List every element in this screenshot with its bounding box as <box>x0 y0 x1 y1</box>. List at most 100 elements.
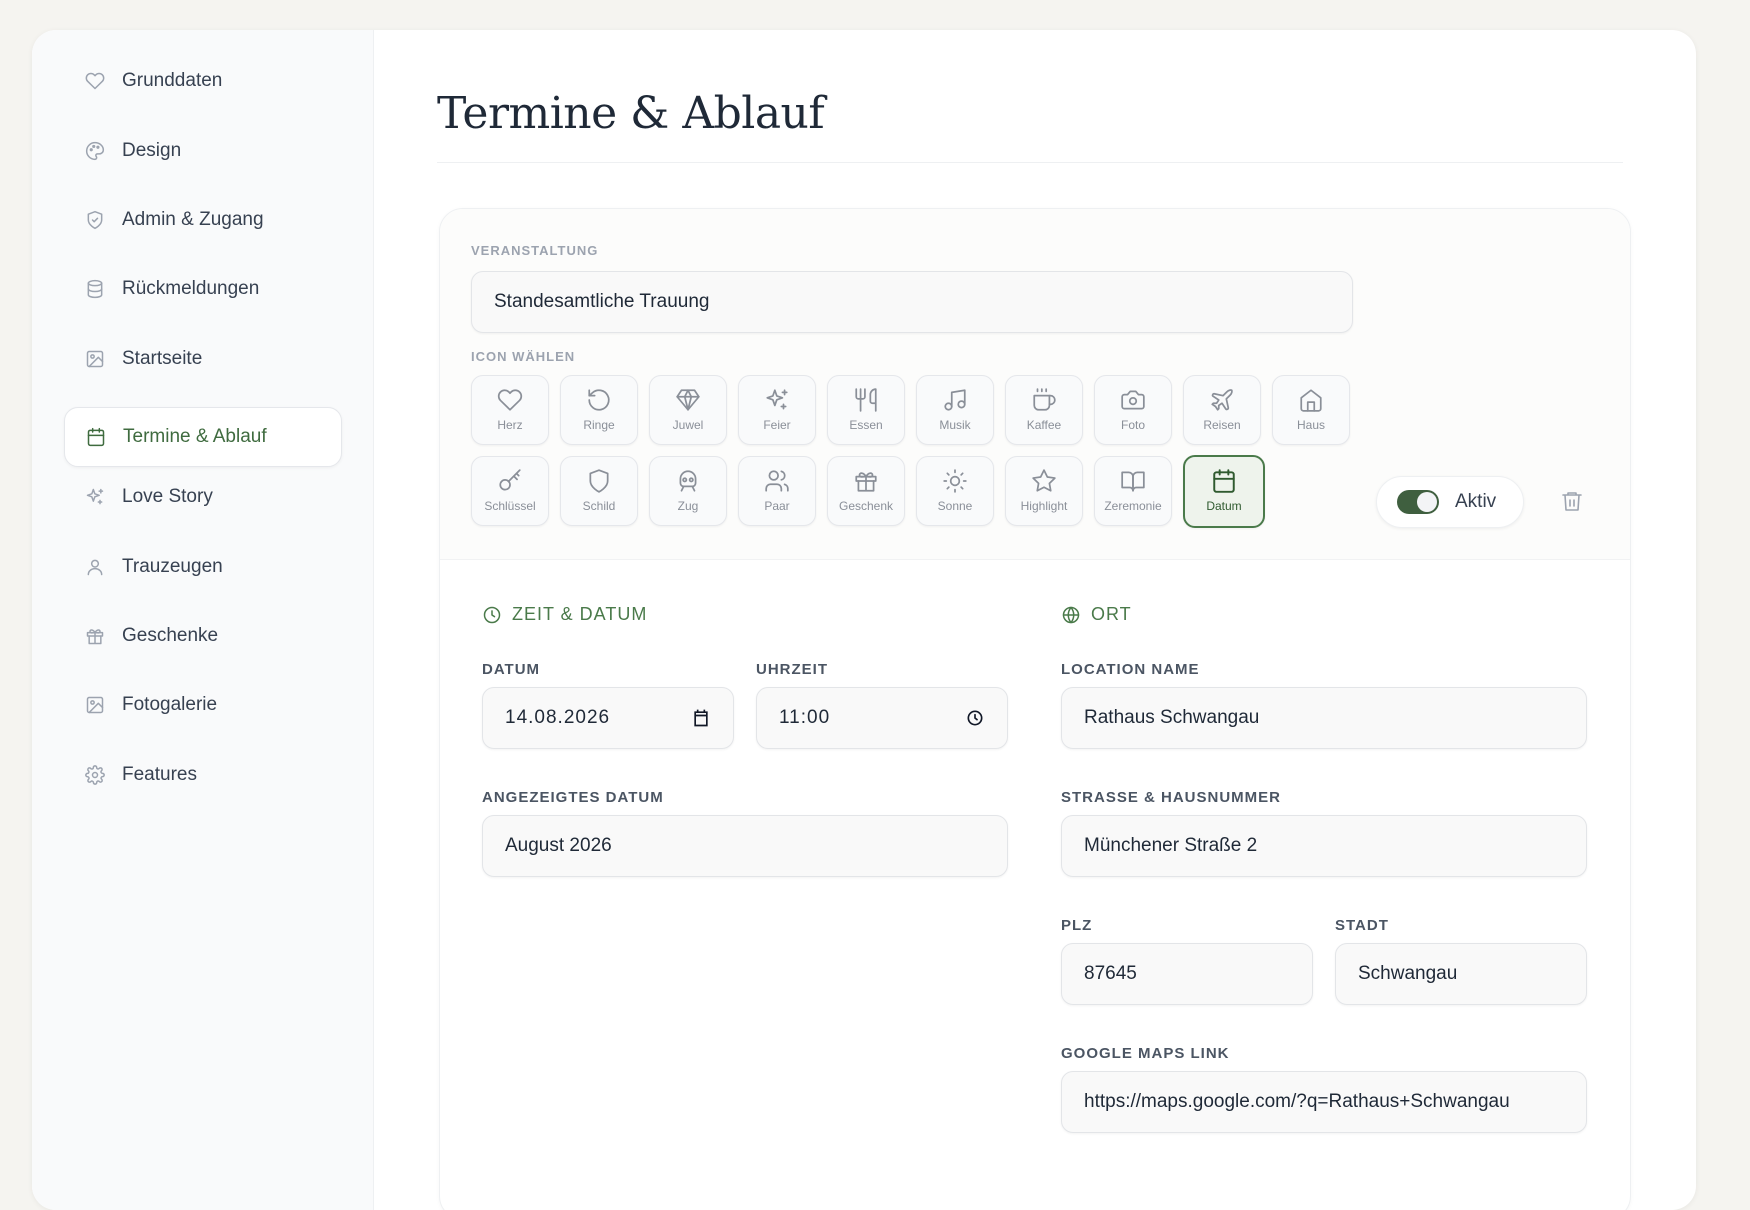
icon-option-foto[interactable]: Foto <box>1094 375 1172 445</box>
icon-option-zug[interactable]: Zug <box>649 456 727 526</box>
clock-icon[interactable] <box>965 708 985 728</box>
calendar-icon <box>85 426 107 448</box>
event-label: VERANSTALTUNG <box>471 243 599 258</box>
shield-icon <box>585 467 613 495</box>
heart-icon <box>496 386 524 414</box>
icon-option-musik[interactable]: Musik <box>916 375 994 445</box>
sidebar-item-trauzeugen[interactable]: Trauzeugen <box>64 538 340 596</box>
plane-icon <box>1208 386 1236 414</box>
sidebar-item-label: Features <box>122 764 197 785</box>
sidebar-item-label: Geschenke <box>122 625 219 646</box>
icon-option-essen[interactable]: Essen <box>827 375 905 445</box>
calendar-icon <box>1210 467 1238 495</box>
display-date-label: ANGEZEIGTES DATUM <box>482 789 664 806</box>
music-icon <box>941 386 969 414</box>
gift-icon <box>84 625 106 647</box>
sidebar: Grunddaten Design Admin & Zugang Rückmel… <box>32 30 374 1210</box>
icon-picker-label: ICON WÄHLEN <box>471 349 576 364</box>
icon-option-schild[interactable]: Schild <box>560 456 638 526</box>
date-input[interactable]: 14.08.2026 <box>482 687 734 749</box>
train-icon <box>674 467 702 495</box>
display-date-input[interactable]: August 2026 <box>482 815 1008 877</box>
toggle-switch[interactable] <box>1397 490 1439 514</box>
street-input[interactable]: Münchener Straße 2 <box>1061 815 1587 877</box>
toggle-knob <box>1417 492 1437 512</box>
icon-option-paar[interactable]: Paar <box>738 456 816 526</box>
coffee-icon <box>1030 386 1058 414</box>
page-title: Termine & Ablauf <box>437 88 825 139</box>
palette-icon <box>84 140 106 162</box>
gem-icon <box>674 386 702 414</box>
icon-option-schluessel[interactable]: Schlüssel <box>471 456 549 526</box>
sidebar-item-label: Trauzeugen <box>122 556 223 577</box>
book-open-icon <box>1119 467 1147 495</box>
location-label: LOCATION NAME <box>1061 661 1200 678</box>
rotate-icon <box>585 386 613 414</box>
sparkles-icon <box>84 486 106 508</box>
sidebar-item-label: Fotogalerie <box>122 694 218 715</box>
zip-label: PLZ <box>1061 917 1093 934</box>
city-input[interactable]: Schwangau <box>1335 943 1587 1005</box>
users-icon <box>763 467 791 495</box>
section-title: ZEIT & DATUM <box>512 604 648 624</box>
star-icon <box>1030 467 1058 495</box>
sidebar-item-label: Startseite <box>122 348 203 369</box>
gear-icon <box>84 764 106 786</box>
zip-input[interactable]: 87645 <box>1061 943 1313 1005</box>
icon-option-feier[interactable]: Feier <box>738 375 816 445</box>
street-label: STRASSE & HAUSNUMMER <box>1061 789 1282 806</box>
globe-icon <box>1062 606 1080 623</box>
image-icon <box>84 694 106 716</box>
icon-option-sonne[interactable]: Sonne <box>916 456 994 526</box>
time-input[interactable]: 11:00 <box>756 687 1008 749</box>
icon-option-haus[interactable]: Haus <box>1272 375 1350 445</box>
gift-icon <box>852 467 880 495</box>
sidebar-item-love-story[interactable]: Love Story <box>64 468 340 526</box>
sidebar-item-startseite[interactable]: Startseite <box>64 330 340 388</box>
sidebar-item-admin[interactable]: Admin & Zugang <box>64 191 340 249</box>
sidebar-item-fotogalerie[interactable]: Fotogalerie <box>64 676 340 734</box>
sidebar-item-label: Admin & Zugang <box>122 209 264 230</box>
icon-option-kaffee[interactable]: Kaffee <box>1005 375 1083 445</box>
sidebar-item-label: Love Story <box>122 486 213 507</box>
sparkles-icon <box>763 386 791 414</box>
sidebar-item-grunddaten[interactable]: Grunddaten <box>64 52 340 110</box>
date-label: DATUM <box>482 661 541 678</box>
toggle-label: Aktiv <box>1455 491 1497 512</box>
icon-option-highlight[interactable]: Highlight <box>1005 456 1083 526</box>
camera-icon <box>1119 386 1147 414</box>
trash-icon[interactable] <box>1560 489 1584 513</box>
icon-option-ringe[interactable]: Ringe <box>560 375 638 445</box>
section-zeit-datum: ZEIT & DATUM <box>482 604 647 625</box>
icon-option-juwel[interactable]: Juwel <box>649 375 727 445</box>
icon-option-reisen[interactable]: Reisen <box>1183 375 1261 445</box>
sidebar-item-termine[interactable]: Termine & Ablauf <box>64 407 342 467</box>
icon-option-geschenk[interactable]: Geschenk <box>827 456 905 526</box>
key-icon <box>496 467 524 495</box>
section-title: ORT <box>1091 604 1132 624</box>
user-icon <box>84 556 106 578</box>
sidebar-item-label: Rückmeldungen <box>122 278 260 299</box>
database-icon <box>84 278 106 300</box>
sidebar-item-design[interactable]: Design <box>64 122 340 180</box>
section-ort: ORT <box>1061 604 1132 625</box>
sidebar-item-geschenke[interactable]: Geschenke <box>64 607 340 665</box>
main-content: Termine & Ablauf VERANSTALTUNG Standesam… <box>373 30 1696 1210</box>
clock-icon <box>483 606 501 623</box>
maps-link-input[interactable]: https://maps.google.com/?q=Rathaus+Schwa… <box>1061 1071 1587 1133</box>
sidebar-item-features[interactable]: Features <box>64 746 340 804</box>
sidebar-item-label: Grunddaten <box>122 70 223 91</box>
sidebar-item-rueckmeldungen[interactable]: Rückmeldungen <box>64 260 340 318</box>
active-toggle[interactable]: Aktiv <box>1376 476 1524 528</box>
location-input[interactable]: Rathaus Schwangau <box>1061 687 1587 749</box>
heart-icon <box>84 70 106 92</box>
app-window: Grunddaten Design Admin & Zugang Rückmel… <box>32 30 1696 1210</box>
image-icon <box>84 348 106 370</box>
calendar-icon[interactable] <box>691 708 711 728</box>
utensils-icon <box>852 386 880 414</box>
event-name-input[interactable]: Standesamtliche Trauung <box>471 271 1353 333</box>
icon-option-herz[interactable]: Herz <box>471 375 549 445</box>
city-label: STADT <box>1335 917 1389 934</box>
icon-option-zeremonie[interactable]: Zeremonie <box>1094 456 1172 526</box>
icon-option-datum[interactable]: Datum <box>1183 455 1265 528</box>
